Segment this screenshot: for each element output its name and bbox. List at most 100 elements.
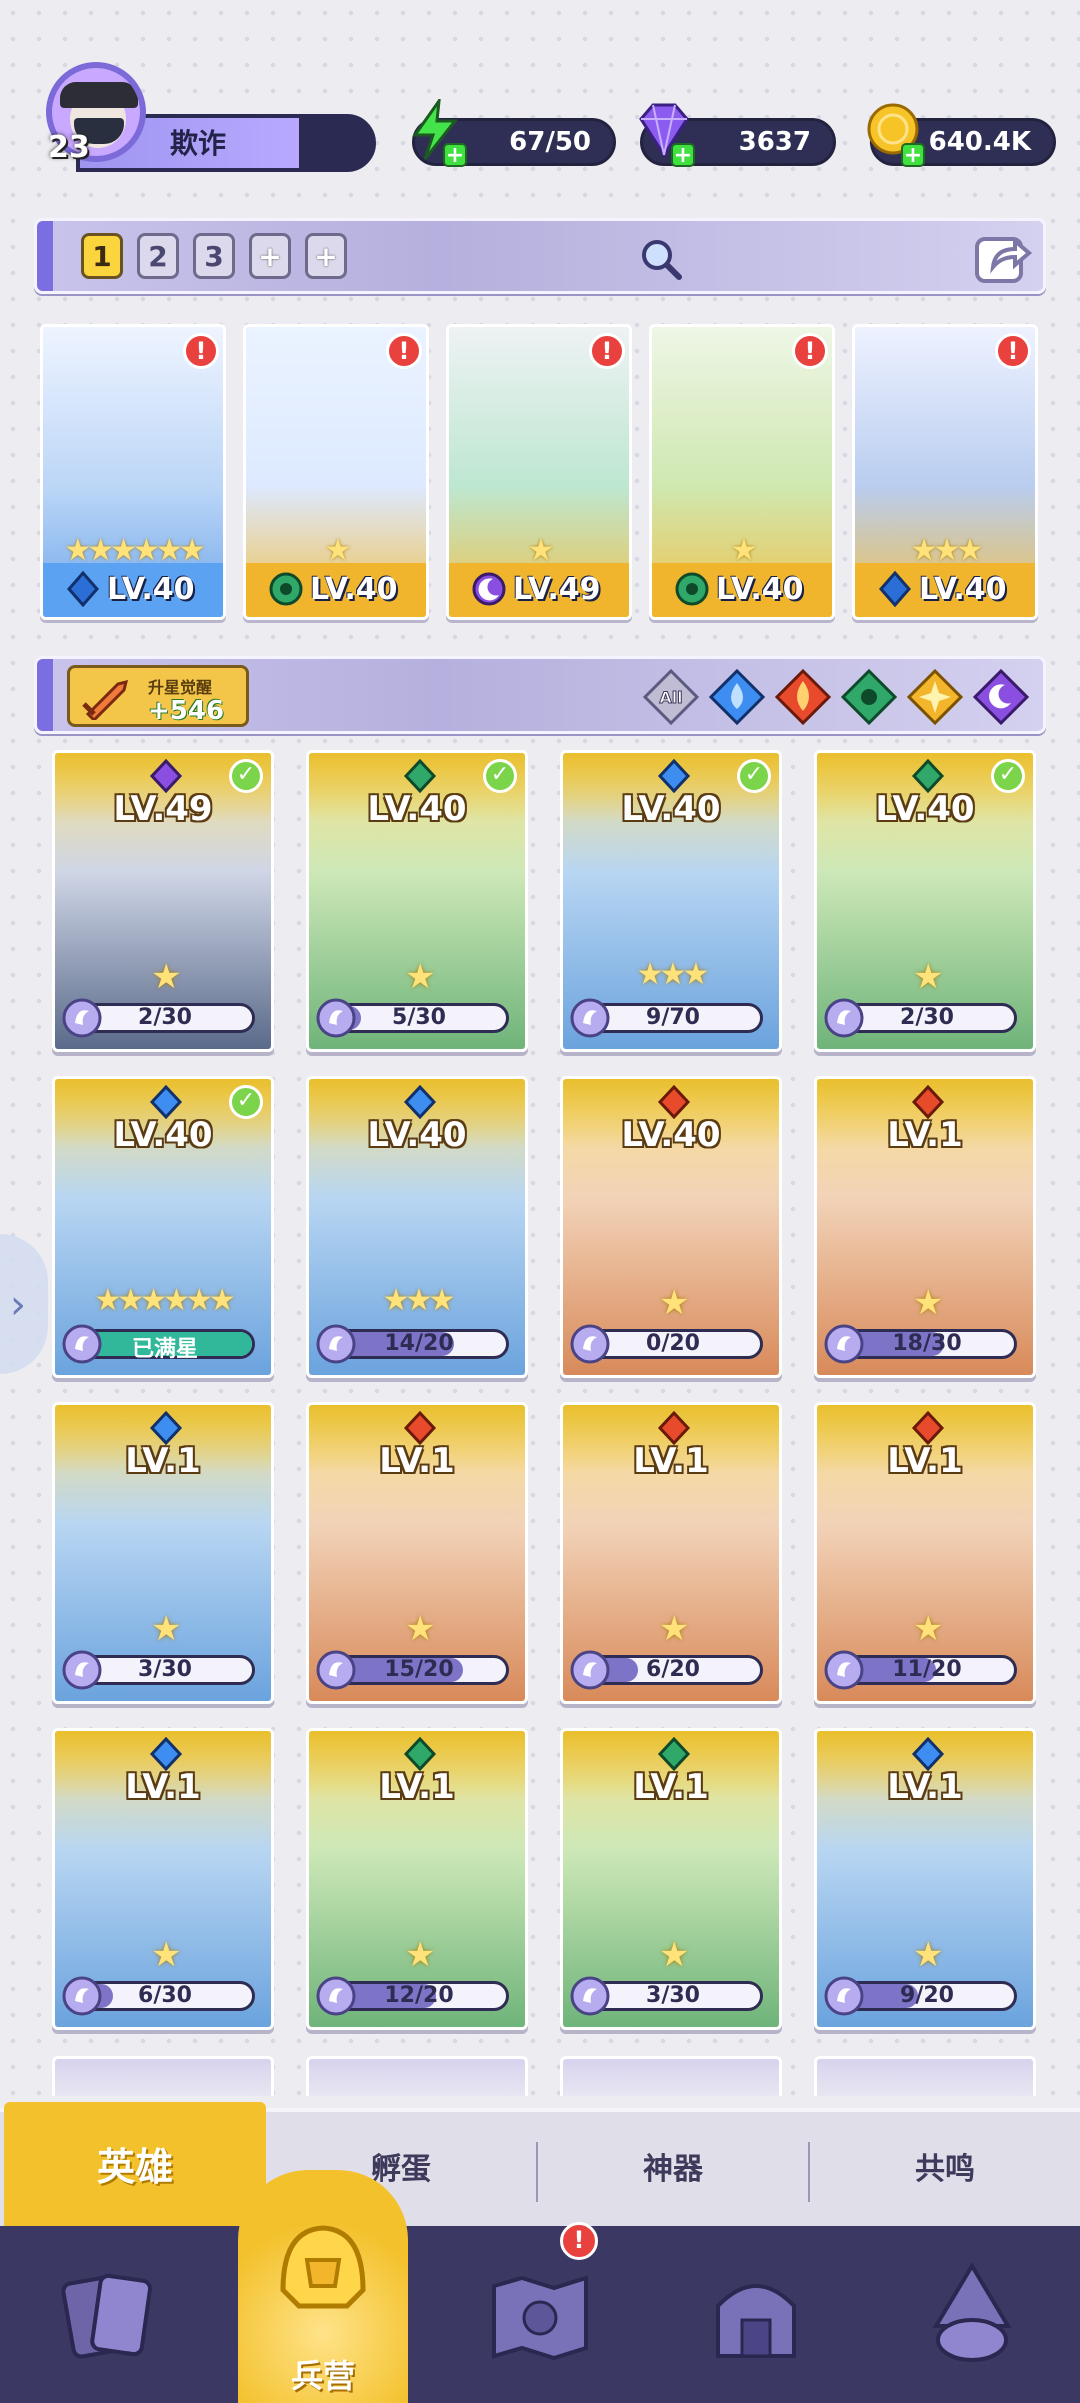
shard-icon — [62, 1650, 102, 1690]
shard-progress-text: 11/20 — [892, 1657, 962, 1682]
water-element-icon — [911, 1737, 945, 1771]
star-awaken-button[interactable]: 升星觉醒 +546 — [67, 665, 249, 727]
hero-level: LV.1 — [887, 1115, 963, 1155]
team-slot-1[interactable]: 1 — [81, 233, 123, 279]
energy-value: 67/50 — [509, 127, 591, 157]
shard-icon — [316, 1324, 356, 1364]
gem-add-icon[interactable]: + — [671, 143, 695, 167]
filter-fire-icon[interactable] — [775, 669, 831, 725]
filter-water-icon[interactable] — [709, 669, 765, 725]
hero-card[interactable]: LV.40 ✓ ★ 2/30 — [814, 750, 1036, 1052]
filter-light-icon[interactable] — [907, 669, 963, 725]
gem-value: 3637 — [738, 127, 811, 157]
hero-card[interactable]: LV.1 ★ 11/20 — [814, 1402, 1036, 1704]
gold-counter[interactable]: + 640.4K — [867, 103, 1056, 167]
shard-icon — [570, 998, 610, 1038]
hero-card[interactable]: LV.1 ★ 15/20 — [306, 1402, 528, 1704]
wizard-icon — [932, 2262, 1012, 2362]
hero-level: LV.1 — [633, 1767, 709, 1807]
hero-star: ★ — [659, 1283, 690, 1323]
player-profile[interactable]: 23 欺诈 — [36, 62, 380, 172]
hero-card-partial — [814, 2056, 1036, 2096]
shard-icon — [570, 1324, 610, 1364]
filter-all-icon[interactable]: All — [643, 669, 699, 725]
hero-card[interactable]: LV.1 ★ 3/30 — [52, 1402, 274, 1704]
shard-progress-text: 6/20 — [646, 1657, 700, 1682]
shard-icon — [316, 998, 356, 1038]
water-element-icon — [149, 1737, 183, 1771]
alert-icon: ! — [792, 333, 828, 369]
team-slot-2[interactable]: 2 — [137, 233, 179, 279]
team-hero-card-4[interactable]: ! ★ LV.40 — [649, 324, 835, 620]
hero-level: LV.40 — [107, 572, 195, 607]
hero-level: LV.40 — [716, 572, 804, 607]
hero-card[interactable]: LV.40 ★ 0/20 — [560, 1076, 782, 1378]
hero-card[interactable]: LV.40 ✓ ★ 5/30 — [306, 750, 528, 1052]
team-slot-3[interactable]: 3 — [193, 233, 235, 279]
hero-level: LV.40 — [310, 572, 398, 607]
nav-cards[interactable] — [0, 2226, 216, 2403]
barracks-subtabs: 英雄 孵蛋 神器 共鸣 — [0, 2102, 1080, 2230]
hero-star: ★ — [151, 1609, 182, 1649]
hero-level: LV.40 — [367, 789, 467, 829]
tab-heroes[interactable]: 英雄 — [4, 2102, 266, 2230]
hero-card[interactable]: LV.1 ★ 18/30 — [814, 1076, 1036, 1378]
hero-card[interactable]: LV.49 ✓ ★ 2/30 — [52, 750, 274, 1052]
share-icon[interactable] — [971, 227, 1033, 289]
gold-add-icon[interactable]: + — [901, 143, 925, 167]
filter-all-label: All — [659, 688, 682, 707]
shard-icon — [824, 998, 864, 1038]
hero-card[interactable]: LV.1 ★ 3/30 — [560, 1728, 782, 2030]
tab-resonance[interactable]: 共鸣 — [810, 2112, 1080, 2230]
hero-level: LV.49 — [513, 572, 601, 607]
nav-map[interactable]: ! — [432, 2222, 648, 2403]
shard-progress-text: 18/30 — [892, 1331, 962, 1356]
shard-icon — [316, 1650, 356, 1690]
map-alert-icon: ! — [560, 2222, 598, 2260]
energy-add-icon[interactable]: + — [443, 143, 467, 167]
hero-card[interactable]: LV.1 ★ 6/20 — [560, 1402, 782, 1704]
gem-counter[interactable]: + 3637 — [639, 103, 836, 167]
filter-dark-icon[interactable] — [973, 669, 1029, 725]
team-hero-card-3[interactable]: ! ★ LV.49 — [446, 324, 632, 620]
team-hero-card-1[interactable]: ! ★★★★★★ LV.40 — [40, 324, 226, 620]
hero-star: ★ — [913, 1609, 944, 1649]
shard-progress-text: 0/20 — [646, 1331, 700, 1356]
hero-card[interactable]: LV.40 ✓ ★★★★★★ 已满星 — [52, 1076, 274, 1378]
water-element-icon — [149, 1411, 183, 1445]
player-name: 欺诈 — [170, 127, 227, 160]
hero-card[interactable]: LV.40 ★★★ 14/20 — [306, 1076, 528, 1378]
search-icon[interactable] — [637, 235, 683, 281]
hero-star: ★ — [913, 1935, 944, 1975]
shard-progress-text: 3/30 — [138, 1657, 192, 1682]
hero-card[interactable]: LV.40 ✓ ★★★ 9/70 — [560, 750, 782, 1052]
nav-summon[interactable] — [864, 2226, 1080, 2403]
hero-level: LV.1 — [379, 1767, 455, 1807]
tab-artifact[interactable]: 神器 — [538, 2112, 808, 2230]
hero-level: LV.1 — [125, 1441, 201, 1481]
hero-card[interactable]: LV.1 ★ 9/20 — [814, 1728, 1036, 2030]
shard-progress-text: 15/20 — [384, 1657, 454, 1682]
gold-value: 640.4K — [928, 127, 1031, 157]
filter-nature-icon[interactable] — [841, 669, 897, 725]
shard-icon — [62, 1976, 102, 2016]
nav-temple[interactable] — [648, 2226, 864, 2403]
map-icon — [492, 2275, 588, 2361]
team-hero-card-2[interactable]: ! ★ LV.40 — [243, 324, 429, 620]
hero-card[interactable]: LV.1 ★ 6/30 — [52, 1728, 274, 2030]
team-slot-add-2[interactable]: + — [305, 233, 347, 279]
nav-barracks[interactable]: 兵营 — [238, 2170, 408, 2403]
hero-card-partial — [306, 2056, 528, 2096]
hero-level: LV.1 — [887, 1441, 963, 1481]
team-slot-add-1[interactable]: + — [249, 233, 291, 279]
energy-counter[interactable]: + 67/50 — [412, 99, 616, 167]
checkmark-icon: ✓ — [991, 759, 1025, 793]
hero-card[interactable]: LV.1 ★ 12/20 — [306, 1728, 528, 2030]
hero-level: LV.40 — [875, 789, 975, 829]
hero-stars: ★★★ — [636, 957, 710, 992]
shard-progress-text: 3/30 — [646, 1983, 700, 2008]
team-hero-card-5[interactable]: ! ★★★ LV.40 — [852, 324, 1038, 620]
checkmark-icon: ✓ — [483, 759, 517, 793]
hero-level: LV.40 — [621, 789, 721, 829]
hero-star: ★ — [151, 957, 182, 997]
